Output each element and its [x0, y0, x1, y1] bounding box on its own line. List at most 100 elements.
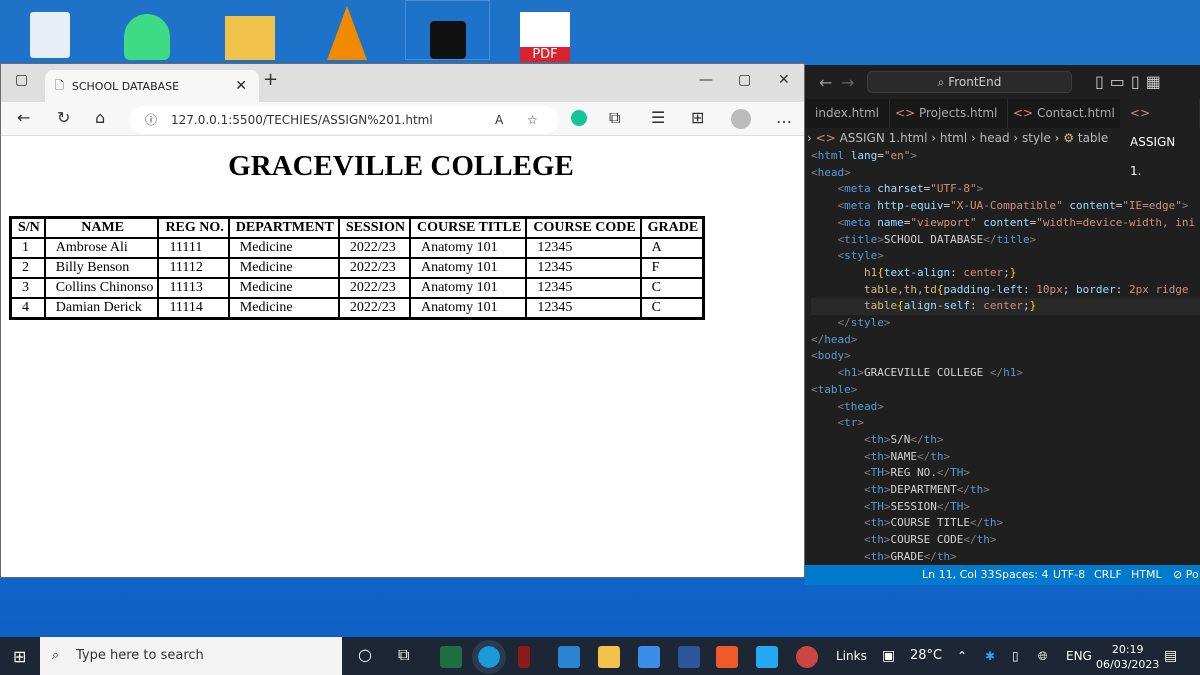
maximize-button[interactable]: ▢	[738, 72, 751, 88]
weather-temp[interactable]: 28°C	[910, 637, 942, 675]
word-icon[interactable]	[678, 646, 700, 668]
layout-icons[interactable]: ▯▭▯▦	[1095, 72, 1167, 91]
home-icon[interactable]: ⌂	[95, 108, 105, 127]
code-area[interactable]: <html lang="en"> <head> <meta charset="UT…	[805, 148, 1200, 566]
paint-icon[interactable]	[796, 646, 818, 668]
collections-icon[interactable]: ⊞	[691, 108, 704, 127]
weather-icon[interactable]: ▣	[882, 637, 895, 675]
more-icon[interactable]: …	[776, 108, 792, 127]
windows-start-icon[interactable]: ⊞	[13, 647, 26, 666]
tab-contact[interactable]: <> Contact.html	[1003, 99, 1126, 128]
app-icon[interactable]	[518, 646, 530, 668]
favorite-add-icon[interactable]: ☆	[527, 106, 538, 134]
code-token: </	[916, 449, 931, 463]
back-icon[interactable]: ←	[17, 108, 30, 127]
edge-icon[interactable]	[472, 640, 506, 674]
show-hidden-icon[interactable]: ⌃	[957, 637, 967, 675]
notifications-icon[interactable]: ▤	[1164, 637, 1177, 675]
column-header: NAME	[44, 218, 159, 238]
code-token: content	[983, 215, 1030, 229]
vlc-icon[interactable]	[312, 0, 382, 60]
new-tab-button[interactable]: +	[263, 69, 278, 90]
tab-projects[interactable]: <> Projects.html	[885, 99, 1009, 128]
tab-assign[interactable]: <> ASSIGN 1.	[1120, 99, 1200, 178]
crumb-style[interactable]: style	[1022, 131, 1051, 145]
meet-icon[interactable]: ▯	[1012, 637, 1019, 675]
table-cell: 11113	[158, 278, 229, 298]
wps-icon[interactable]	[716, 646, 738, 668]
page-heading: GRACEVILLE COLLEGE	[228, 150, 574, 182]
store-icon[interactable]	[638, 646, 660, 668]
cortana-icon[interactable]: ○	[358, 645, 372, 664]
status-encoding[interactable]: UTF-8	[1053, 565, 1085, 585]
clock-date: 06/03/2023	[1096, 658, 1160, 671]
pdf-icon[interactable]: PDF	[510, 0, 580, 62]
status-position[interactable]: Ln 11, Col 33	[922, 565, 995, 585]
code-token: align-self	[903, 299, 970, 313]
recycle-bin-icon[interactable]	[15, 0, 85, 60]
forward-icon[interactable]: →	[841, 73, 854, 92]
table-cell: 11111	[158, 238, 229, 258]
taskbar-search[interactable]: ⌕ Type here to search	[40, 637, 342, 675]
network-icon[interactable]: 🌐︎	[1038, 637, 1048, 675]
minimize-button[interactable]: —	[699, 72, 713, 88]
status-eol[interactable]: CRLF	[1094, 565, 1122, 585]
table-cell: Anatomy 101	[409, 298, 527, 318]
android-studio-icon[interactable]	[112, 0, 182, 60]
language-indicator[interactable]: ENG	[1066, 637, 1092, 675]
app-icon[interactable]	[405, 0, 490, 60]
table-cell: 2022/23	[338, 258, 410, 278]
code-token: th	[870, 432, 884, 446]
grammarly-icon[interactable]	[571, 110, 587, 126]
status-spaces[interactable]: Spaces: 4	[995, 565, 1048, 585]
browser-window: ▢ 🗋 SCHOOL DATABASE ✕ + — ▢ ✕ ← ↻ ⌂ ⓘ 12…	[0, 63, 805, 578]
clock-time: 20:19	[1111, 643, 1144, 656]
code-token: <	[863, 549, 871, 563]
close-button[interactable]: ✕	[778, 72, 790, 88]
code-line: <meta http-equiv="X-UA-Compatible" conte…	[811, 198, 1200, 215]
code-token: 10px	[1036, 282, 1063, 296]
code-token: th	[976, 533, 990, 547]
code-token: <	[863, 483, 871, 497]
links-toolbar[interactable]: Links	[836, 637, 867, 675]
tab-index[interactable]: index.html	[805, 99, 890, 128]
crumb-head[interactable]: head	[980, 131, 1010, 145]
column-header: GRADE	[640, 218, 704, 238]
close-tab-icon[interactable]: ✕	[235, 78, 247, 94]
table-cell: 2	[11, 258, 45, 278]
clock[interactable]: 20:19 06/03/2023	[1096, 642, 1159, 672]
bluetooth-icon[interactable]: ✱	[985, 637, 995, 675]
folder-icon[interactable]	[215, 0, 285, 60]
browser-tab[interactable]: 🗋 SCHOOL DATABASE ✕	[45, 70, 259, 102]
code-line: <th>NAME</th>	[811, 449, 1200, 466]
extensions-icon[interactable]: ⧉	[609, 108, 620, 128]
status-bar: Ln 11, Col 33 Spaces: 4 UTF-8 CRLF HTML …	[805, 565, 1200, 585]
crumb-table[interactable]: table	[1078, 131, 1108, 145]
code-token: >	[857, 416, 864, 430]
status-port[interactable]: ⊘ Po	[1173, 565, 1199, 585]
command-search[interactable]: ⌕ FrontEnd	[867, 71, 1072, 93]
code-token: content	[1069, 199, 1116, 213]
profile-avatar[interactable]	[731, 109, 751, 129]
crumb-file[interactable]: ASSIGN 1.html	[840, 131, 928, 145]
code-token: <	[863, 449, 871, 463]
vscode-icon[interactable]	[756, 646, 778, 668]
url-input[interactable]: ⓘ 127.0.0.1:5500/TECHIES/ASSIGN%201.html…	[129, 106, 559, 134]
code-token: TH	[950, 499, 964, 513]
excel-icon[interactable]	[440, 646, 462, 668]
file-explorer-icon[interactable]	[598, 646, 620, 668]
read-aloud-icon[interactable]: A	[495, 106, 503, 134]
tab-actions-icon[interactable]: ▢	[15, 72, 28, 88]
status-language[interactable]: HTML	[1131, 565, 1162, 585]
favorites-icon[interactable]: ☰	[651, 108, 665, 127]
table-cell: A	[640, 238, 704, 258]
crumb-html[interactable]: html	[940, 131, 967, 145]
back-icon[interactable]: ←	[819, 73, 832, 92]
task-view-icon[interactable]: ⧉	[398, 645, 409, 665]
code-token: title	[844, 232, 878, 246]
mail-icon[interactable]	[558, 646, 580, 668]
refresh-icon[interactable]: ↻	[57, 108, 70, 127]
